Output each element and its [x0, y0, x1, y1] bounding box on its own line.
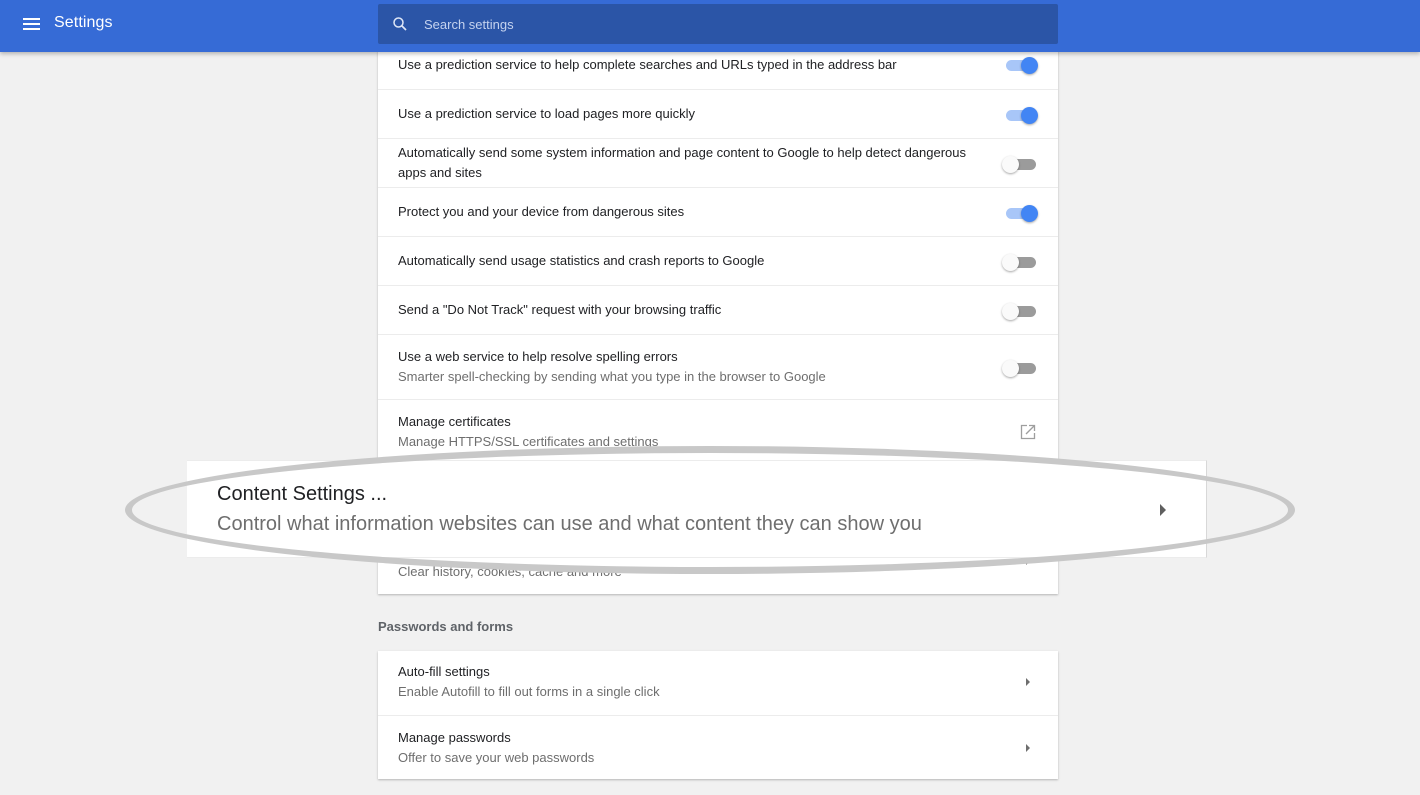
- setting-label: Auto-fill settings: [398, 664, 490, 679]
- toggle-do-not-track[interactable]: [1002, 301, 1038, 321]
- toggle-prediction-search[interactable]: [1002, 55, 1038, 75]
- setting-sublabel: Smarter spell-checking by sending what y…: [398, 369, 826, 384]
- setting-row[interactable]: Protect you and your device from dangero…: [378, 187, 1058, 236]
- chevron-right-icon: [1026, 557, 1030, 565]
- setting-label: Automatically send usage statistics and …: [398, 253, 765, 268]
- toggle-safe-browsing[interactable]: [1002, 203, 1038, 223]
- section-title-passwords: Passwords and forms: [378, 619, 514, 634]
- search-input[interactable]: [424, 4, 1044, 44]
- passwords-card: Auto-fill settings Enable Autofill to fi…: [378, 651, 1058, 779]
- top-app-bar: Settings: [0, 0, 1420, 52]
- setting-label: Manage passwords: [398, 730, 511, 745]
- search-icon: [393, 17, 407, 31]
- menu-icon-line: [23, 28, 40, 30]
- toggle-usage-stats[interactable]: [1002, 252, 1038, 272]
- manage-certificates-row[interactable]: Manage certificates Manage HTTPS/SSL cer…: [378, 399, 1058, 463]
- setting-row[interactable]: Use a web service to help resolve spelli…: [378, 334, 1058, 399]
- chevron-right-icon: [1160, 504, 1166, 516]
- setting-sublabel: Manage HTTPS/SSL certificates and settin…: [398, 434, 659, 449]
- content-settings-subtitle: Control what information websites can us…: [217, 513, 922, 535]
- setting-label: Manage certificates: [398, 414, 511, 429]
- toggle-spelling-service[interactable]: [1002, 358, 1038, 378]
- setting-row[interactable]: Send a "Do Not Track" request with your …: [378, 285, 1058, 334]
- setting-label: Use a prediction service to load pages m…: [398, 106, 695, 121]
- setting-label: Automatically send some system informati…: [398, 145, 967, 180]
- app-title: Settings: [54, 14, 113, 31]
- chevron-right-icon: [1026, 744, 1030, 752]
- toggle-prediction-load[interactable]: [1002, 105, 1038, 125]
- manage-passwords-row[interactable]: Manage passwords Offer to save your web …: [378, 715, 1058, 779]
- setting-sublabel: Enable Autofill to fill out forms in a s…: [398, 684, 660, 699]
- setting-row[interactable]: Use a prediction service to load pages m…: [378, 89, 1058, 138]
- setting-label: Protect you and your device from dangero…: [398, 204, 685, 219]
- autofill-settings-row[interactable]: Auto-fill settings Enable Autofill to fi…: [378, 651, 1058, 715]
- setting-sublabel: Offer to save your web passwords: [398, 750, 595, 765]
- external-link-icon[interactable]: [1020, 424, 1036, 440]
- setting-row[interactable]: Automatically send some system informati…: [378, 138, 1058, 187]
- toggle-safe-browsing-reporting[interactable]: [1002, 154, 1038, 174]
- setting-label: Use a web service to help resolve spelli…: [398, 349, 678, 364]
- setting-sublabel: Clear history, cookies, cache and more: [398, 564, 622, 579]
- chevron-right-icon: [1026, 678, 1030, 686]
- search-box[interactable]: [378, 4, 1058, 44]
- content-settings-magnified[interactable]: Content Settings ... Control what inform…: [187, 460, 1207, 558]
- menu-icon[interactable]: [22, 15, 42, 35]
- content-settings-title: Content Settings ...: [217, 483, 388, 505]
- menu-icon-line: [23, 18, 40, 20]
- menu-icon-line: [23, 23, 40, 25]
- setting-label: Use a prediction service to help complet…: [398, 57, 897, 72]
- setting-row[interactable]: Automatically send usage statistics and …: [378, 236, 1058, 285]
- setting-label: Send a "Do Not Track" request with your …: [398, 302, 722, 317]
